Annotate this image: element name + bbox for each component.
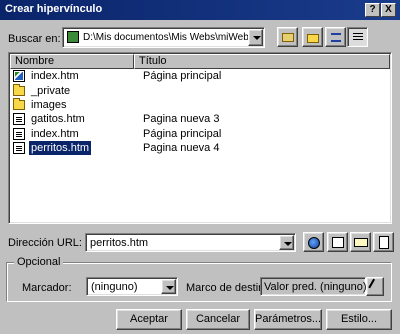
list-item[interactable]: gatitos.htm Pagina nueva 3: [11, 112, 391, 126]
parameters-button[interactable]: Parámetros...: [254, 309, 322, 330]
page-icon: [13, 113, 25, 125]
page-icon: [13, 128, 25, 140]
pencil-icon: [368, 278, 384, 294]
folder-icon: [13, 98, 25, 110]
cancel-button[interactable]: Cancelar: [186, 309, 250, 330]
file-browse-icon: [332, 237, 344, 248]
close-button[interactable]: X: [381, 3, 396, 17]
folder-web-icon: [67, 31, 79, 43]
chevron-down-icon[interactable]: [279, 235, 294, 250]
list-item[interactable]: index.htm Página principal: [11, 69, 391, 83]
item-name: index.htm: [31, 128, 79, 140]
title-bar[interactable]: Crear hipervínculo ? X: [0, 0, 400, 20]
optional-group-title: Opcional: [14, 256, 64, 268]
list-view-button[interactable]: [325, 27, 346, 47]
url-combobox[interactable]: perritos.htm: [85, 233, 296, 252]
style-button[interactable]: Estilo...: [326, 309, 392, 330]
page-icon: [13, 142, 25, 154]
item-name: images: [31, 99, 67, 111]
email-icon: [354, 238, 368, 247]
ok-button[interactable]: Aceptar: [116, 309, 182, 330]
html-page-icon: [13, 70, 25, 82]
list-item[interactable]: _private: [11, 84, 391, 98]
chevron-down-icon[interactable]: [161, 279, 176, 294]
item-title: Página principal: [143, 128, 222, 140]
new-folder-button[interactable]: [302, 27, 323, 47]
browse-file-button[interactable]: [327, 232, 348, 252]
item-name: gatitos.htm: [31, 113, 85, 125]
column-header-title[interactable]: Título: [134, 54, 390, 69]
item-name: perritos.htm: [27, 140, 93, 156]
url-label: Dirección URL:: [8, 237, 82, 249]
item-title: Pagina nueva 4: [143, 142, 220, 154]
folder-icon: [13, 84, 25, 96]
target-frame-value: Valor pred. (ninguno): [264, 281, 367, 293]
details-view-button[interactable]: [347, 27, 368, 47]
item-name: _private: [31, 85, 71, 97]
item-title: Pagina nueva 3: [143, 113, 220, 125]
item-name: index.htm: [31, 70, 79, 82]
column-header-name[interactable]: Nombre: [10, 54, 134, 69]
help-button[interactable]: ?: [365, 3, 380, 17]
file-list[interactable]: Nombre Título index.htm Página principal…: [8, 52, 392, 224]
lookin-label: Buscar en:: [8, 33, 61, 45]
chevron-down-icon[interactable]: [248, 29, 263, 46]
lookin-dropdown[interactable]: D:\Mis documentos\Mis Webs\miWeb2: [62, 27, 265, 48]
target-frame-field: Valor pred. (ninguno): [260, 277, 367, 296]
bookmark-label: Marcador:: [22, 282, 72, 294]
target-frame-button[interactable]: [366, 277, 384, 296]
bookmark-value: (ninguno): [91, 281, 138, 293]
list-item[interactable]: index.htm Página principal: [11, 127, 391, 141]
details-view-icon: [353, 33, 363, 42]
email-link-button[interactable]: [350, 232, 371, 252]
bookmark-dropdown[interactable]: (ninguno): [86, 277, 178, 296]
browse-web-button[interactable]: [303, 232, 324, 252]
list-view-icon: [331, 33, 341, 42]
window-title: Crear hipervínculo: [5, 3, 103, 15]
up-folder-button[interactable]: [277, 27, 298, 47]
web-browse-icon: [308, 237, 320, 249]
lookin-value: D:\Mis documentos\Mis Webs\miWeb2: [83, 32, 255, 43]
up-folder-icon: [282, 33, 294, 42]
item-title: Página principal: [143, 70, 222, 82]
new-folder-icon: [307, 34, 319, 43]
list-item[interactable]: images: [11, 98, 391, 112]
url-value: perritos.htm: [90, 237, 149, 249]
new-page-button[interactable]: [373, 232, 394, 252]
new-page-icon: [379, 236, 389, 249]
list-item-selected[interactable]: perritos.htm Pagina nueva 4: [11, 140, 391, 156]
